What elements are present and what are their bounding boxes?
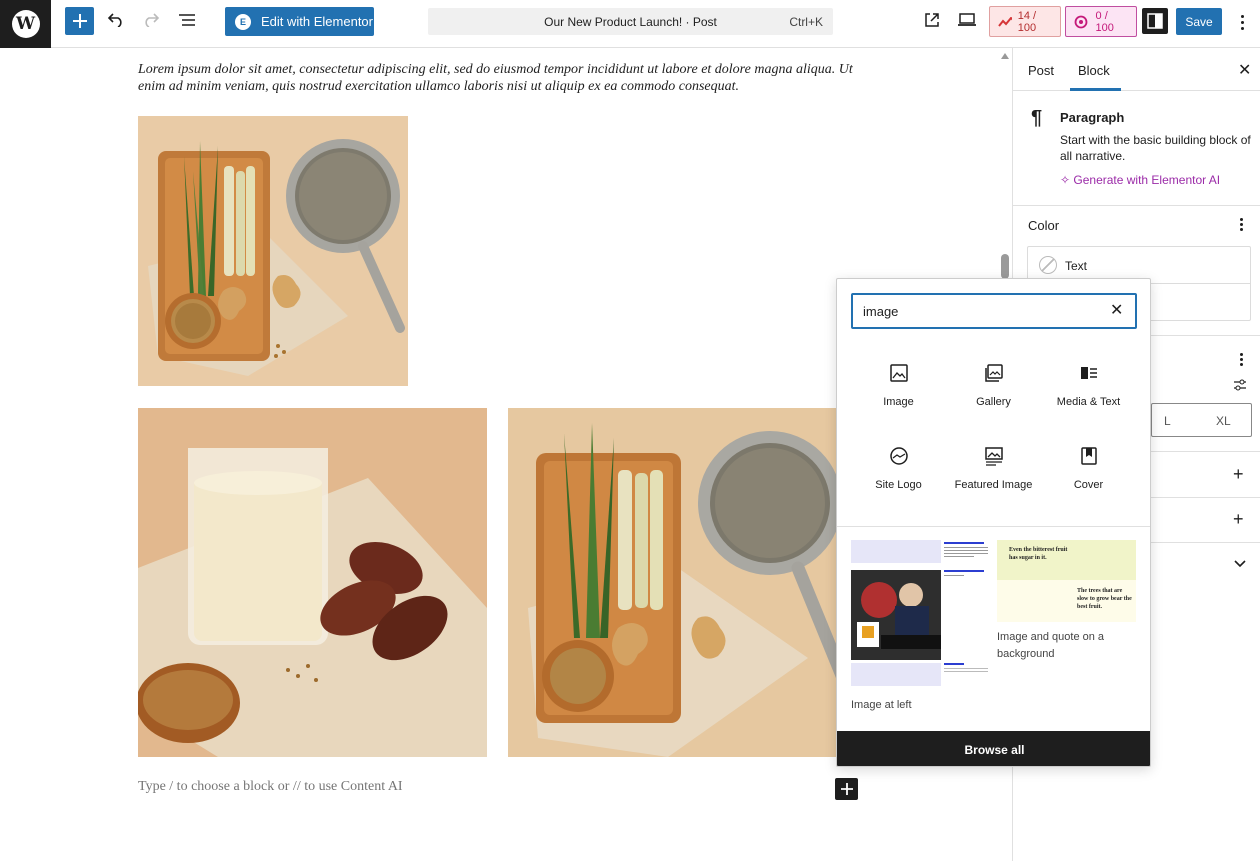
color-section-title[interactable]: Color [1028, 218, 1059, 233]
preview-device-button[interactable] [955, 8, 979, 32]
undo-button[interactable] [104, 8, 128, 32]
add-setting-icon[interactable]: + [1233, 509, 1244, 530]
content-ai-icon [1074, 15, 1088, 28]
content-ai-score-value: 0 / 100 [1095, 9, 1114, 34]
gallery-icon [984, 364, 1003, 382]
block-option-cover[interactable]: Cover [1041, 432, 1136, 504]
divider [837, 526, 1150, 527]
browse-all-button[interactable]: Browse all [837, 731, 1150, 766]
tray-large-photo [508, 408, 848, 757]
block-option-label: Media & Text [1056, 396, 1121, 408]
featured-image-icon [984, 447, 1003, 466]
document-overview-button[interactable] [175, 8, 199, 32]
block-name: Paragraph [1060, 110, 1125, 125]
image-block-tray[interactable] [138, 116, 408, 386]
generate-ai-link[interactable]: ✧ Generate with Elementor AI [1060, 173, 1220, 187]
add-setting-icon[interactable]: + [1233, 464, 1244, 485]
pattern-label-image-quote: Image and quote on a background [997, 631, 1105, 660]
options-menu-button[interactable] [1236, 10, 1248, 34]
command-shortcut: Ctrl+K [789, 15, 823, 29]
pattern-image-at-left[interactable] [851, 540, 991, 687]
block-card: ¶ Paragraph Start with the basic buildin… [1013, 91, 1260, 206]
block-option-gallery[interactable]: Gallery [946, 349, 1041, 421]
block-option-label: Gallery [976, 396, 1011, 408]
seo-chart-icon [998, 16, 1012, 27]
block-option-featured-image[interactable]: Featured Image [946, 432, 1041, 504]
block-option-image[interactable]: Image [851, 349, 946, 421]
close-sidebar-icon[interactable]: ✕ [1238, 60, 1251, 80]
pattern-preview-image-at-left [851, 540, 988, 686]
inline-add-block-button[interactable] [835, 778, 858, 800]
external-link-icon [925, 13, 939, 27]
settings-sidebar-toggle[interactable] [1142, 8, 1168, 34]
elementor-icon: E [235, 13, 251, 30]
save-button[interactable]: Save [1176, 8, 1222, 35]
wordpress-icon: W [11, 10, 40, 38]
quote-text-bottom: The trees that are slow to grow bear the… [1077, 588, 1132, 610]
size-option-xl[interactable]: XL [1216, 414, 1231, 428]
media-text-icon [1080, 367, 1097, 379]
block-option-label: Image [883, 396, 914, 408]
tab-block[interactable]: Block [1078, 63, 1110, 78]
seo-score-value: 14 / 100 [1017, 9, 1037, 34]
edit-with-elementor-button[interactable]: E Edit with Elementor [225, 7, 374, 36]
settings-sliders-icon[interactable] [1233, 378, 1247, 392]
block-search-input[interactable] [851, 293, 1137, 329]
scroll-up-arrow-icon[interactable] [1001, 53, 1009, 59]
block-option-label: Cover [1073, 479, 1104, 491]
generate-ai-label: Generate with Elementor AI [1073, 173, 1221, 187]
milk-photo [138, 408, 487, 757]
sidebar-icon [1147, 13, 1163, 29]
plus-icon [72, 14, 87, 28]
redo-button[interactable] [139, 8, 163, 32]
quote-panel-top: Even the bitterest fruit has sugar in it… [997, 540, 1136, 580]
chevron-down-icon[interactable] [1234, 560, 1246, 568]
tab-post[interactable]: Post [1028, 63, 1054, 78]
block-option-label: Featured Image [954, 479, 1033, 491]
scroll-thumb[interactable] [1001, 254, 1009, 279]
color-text-label: Text [1065, 259, 1088, 273]
site-logo-icon [889, 447, 908, 465]
paragraph-icon: ¶ [1031, 107, 1043, 129]
font-size-picker[interactable]: L XL [1151, 403, 1252, 437]
redo-icon [145, 13, 160, 27]
pattern-image-quote-background[interactable]: Even the bitterest fruit has sugar in it… [997, 540, 1136, 622]
paragraph-block[interactable]: Lorem ipsum dolor sit amet, consectetur … [138, 61, 878, 95]
block-inserter-popover: ✕ Image Gallery Media & Text Site Logo F… [836, 278, 1151, 767]
undo-icon [107, 13, 122, 27]
block-option-media-text[interactable]: Media & Text [1041, 349, 1136, 421]
command-palette-bar[interactable]: Our New Product Launch! · Post Ctrl+K [428, 8, 833, 35]
quote-text-top: Even the bitterest fruit has sugar in it… [1009, 547, 1068, 561]
empty-swatch-icon [1039, 256, 1057, 274]
block-description: Start with the basic building block of a… [1060, 133, 1251, 163]
sparkle-icon: ✧ [1060, 173, 1074, 187]
sidebar-tabs: Post Block ✕ [1013, 48, 1260, 91]
image-icon [889, 364, 908, 382]
edit-with-elementor-label: Edit with Elementor [261, 14, 373, 29]
color-options-icon[interactable] [1239, 218, 1243, 231]
cover-icon [1080, 447, 1097, 465]
empty-paragraph-placeholder[interactable]: Type / to choose a block or // to use Co… [138, 779, 403, 795]
block-option-site-logo[interactable]: Site Logo [851, 432, 946, 504]
image-block-tray-large[interactable] [508, 408, 848, 757]
editor-header: W E Edit with Elementor Our New Product … [0, 0, 1260, 48]
clear-search-icon[interactable]: ✕ [1110, 300, 1123, 320]
tray-photo [138, 116, 408, 386]
wordpress-logo-button[interactable]: W [0, 0, 51, 48]
block-inserter-toggle[interactable] [65, 7, 94, 35]
view-post-button[interactable] [920, 8, 944, 32]
desktop-icon [958, 13, 976, 26]
block-option-label: Site Logo [875, 479, 922, 491]
document-title: Our New Product Launch! · Post [544, 15, 717, 29]
content-ai-score-button[interactable]: 0 / 100 [1065, 6, 1137, 37]
pattern-label-image-at-left: Image at left [851, 699, 912, 711]
list-view-icon [179, 14, 195, 26]
typography-options-icon[interactable] [1239, 353, 1243, 366]
seo-score-button[interactable]: 14 / 100 [989, 6, 1061, 37]
quote-panel-bottom: The trees that are slow to grow bear the… [997, 580, 1136, 622]
size-option-l[interactable]: L [1164, 414, 1171, 428]
image-block-milk[interactable] [138, 408, 487, 757]
plus-icon [840, 783, 853, 795]
